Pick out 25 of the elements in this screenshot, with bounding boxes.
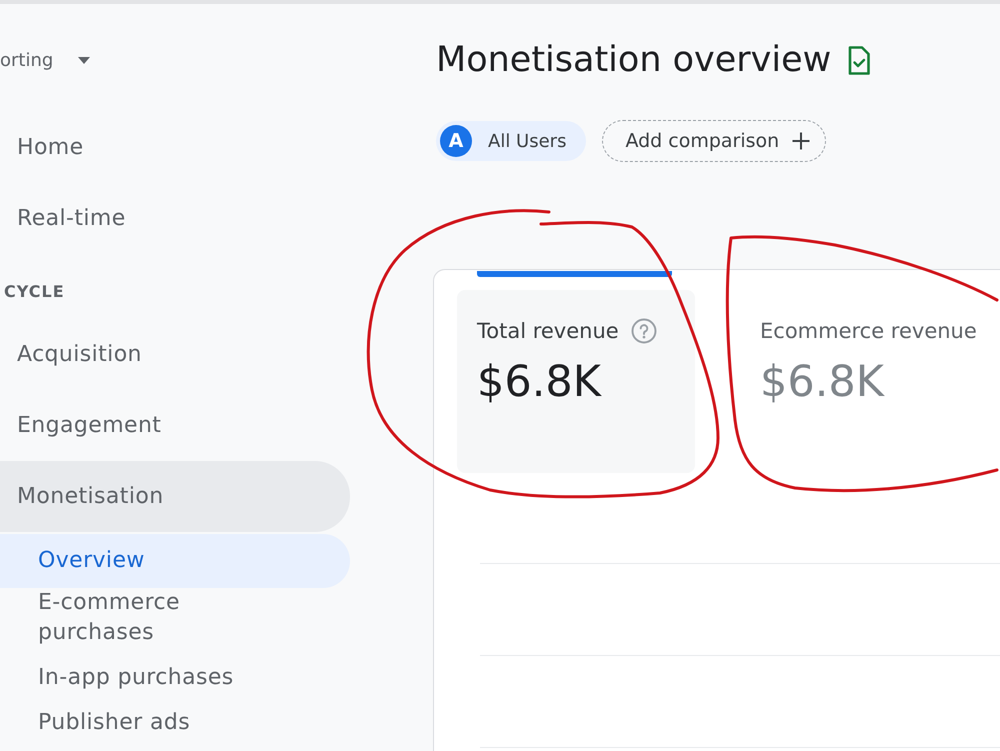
caret-icon xyxy=(78,56,90,64)
nav-group[interactable]: Monetisation xyxy=(0,461,350,532)
metric-label: Total revenue xyxy=(477,318,619,345)
metric-label: Ecommerce revenue xyxy=(760,318,977,345)
add-comparison-button[interactable]: Add comparison xyxy=(602,120,826,162)
document-check-icon xyxy=(847,44,872,76)
metric-value: $6.8K xyxy=(760,357,884,407)
page-title: Monetisation overview xyxy=(436,39,832,82)
nav-group[interactable]: Engagement xyxy=(17,390,162,461)
report-dropdown[interactable]: orting xyxy=(0,40,90,80)
plus-icon xyxy=(791,131,812,151)
help-icon[interactable] xyxy=(630,318,657,344)
metric-tab[interactable]: Total revenue $6.8K xyxy=(457,290,695,473)
nav-item[interactable]: Real-time xyxy=(17,183,126,254)
segment-chip[interactable]: A All Users xyxy=(436,121,586,161)
metric-tab[interactable]: Ecommerce revenue $6.8K xyxy=(740,290,997,473)
nav-subitem[interactable]: In-app purchases xyxy=(38,663,234,693)
nav-group[interactable]: Acquisition xyxy=(17,319,142,390)
section-heading: CYCLE xyxy=(4,281,65,303)
metric-value: $6.8K xyxy=(477,357,601,407)
nav-subitem[interactable]: E-commerce purchases xyxy=(38,588,263,648)
nav-subitem[interactable]: Publisher ads xyxy=(38,708,190,738)
nav-item[interactable]: Home xyxy=(17,112,84,183)
segment-avatar: A xyxy=(440,125,472,157)
nav-subitem[interactable]: Overview xyxy=(0,534,350,588)
